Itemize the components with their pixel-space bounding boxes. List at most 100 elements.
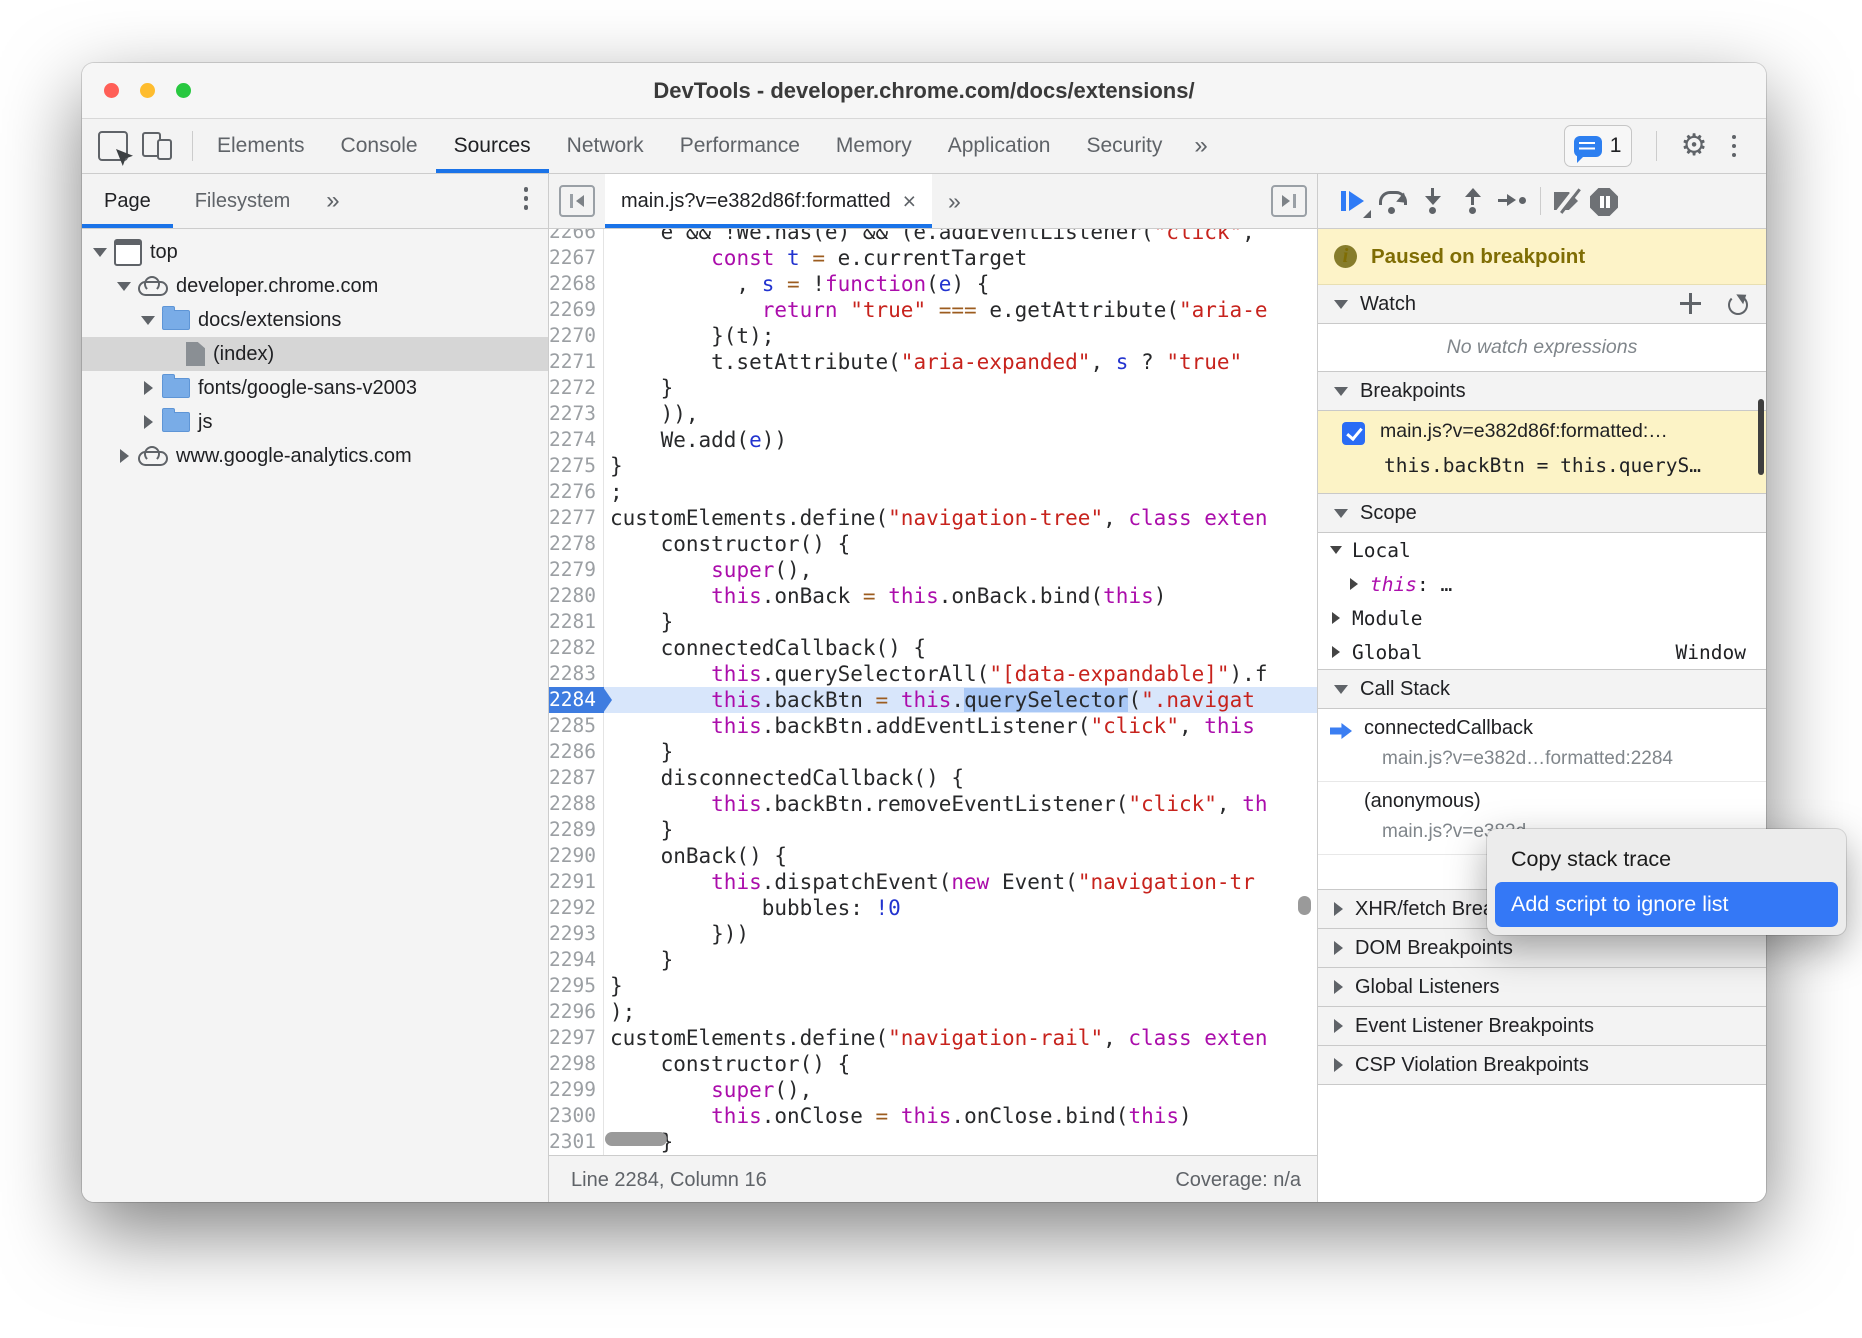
pause-on-exceptions-icon[interactable]: [1590, 188, 1618, 216]
line-number[interactable]: 2285: [549, 713, 604, 739]
settings-gear-icon[interactable]: ⚙: [1681, 131, 1708, 161]
code-line[interactable]: 2268 , s = !function(e) {: [549, 271, 1317, 297]
line-number[interactable]: 2286: [549, 739, 604, 765]
line-number[interactable]: 2279: [549, 557, 604, 583]
code-line[interactable]: 2293 })): [549, 921, 1317, 947]
line-number[interactable]: 2277: [549, 505, 604, 531]
code-line[interactable]: 2296);: [549, 999, 1317, 1025]
line-number[interactable]: 2272: [549, 375, 604, 401]
refresh-watch-icon[interactable]: [1727, 293, 1748, 314]
call-stack-section-header[interactable]: Call Stack: [1318, 670, 1766, 709]
code-line[interactable]: 2271 t.setAttribute("aria-expanded", s ?…: [549, 349, 1317, 375]
watch-section-header[interactable]: Watch: [1318, 285, 1766, 324]
scope-row-module[interactable]: Module: [1318, 601, 1766, 635]
line-number[interactable]: 2289: [549, 817, 604, 843]
code-line[interactable]: 2292 bubbles: !0: [549, 895, 1317, 921]
line-number[interactable]: 2283: [549, 661, 604, 687]
editor-horizontal-scrollbar[interactable]: [605, 1132, 667, 1146]
scope-row-this[interactable]: this: …: [1318, 567, 1766, 601]
code-line[interactable]: 2269 return "true" === e.getAttribute("a…: [549, 297, 1317, 323]
line-number[interactable]: 2269: [549, 297, 604, 323]
breakpoint-entry[interactable]: main.js?v=e382d86f:formatted:… this.back…: [1318, 411, 1766, 494]
tree-item-js[interactable]: js: [82, 405, 548, 439]
code-line[interactable]: 2290 onBack() {: [549, 843, 1317, 869]
code-line[interactable]: 2295}: [549, 973, 1317, 999]
scope-row-local[interactable]: Local: [1318, 533, 1766, 567]
inspect-element-icon[interactable]: [98, 131, 128, 161]
editor-tab-mainjs[interactable]: main.js?v=e382d86f:formatted ×: [605, 174, 932, 228]
scope-section-header[interactable]: Scope: [1318, 494, 1766, 533]
code-line[interactable]: 2280 this.onBack = this.onBack.bind(this…: [549, 583, 1317, 609]
tab-sources[interactable]: Sources: [436, 119, 549, 173]
code-line[interactable]: 2283 this.querySelectorAll("[data-expand…: [549, 661, 1317, 687]
panel-scrollbar[interactable]: [1758, 399, 1764, 475]
code-line[interactable]: 2299 super(),: [549, 1077, 1317, 1103]
editor-more-tabs-chevron[interactable]: »: [948, 188, 961, 215]
tab-page[interactable]: Page: [82, 174, 173, 228]
tree-open-arrow-icon[interactable]: [140, 316, 156, 325]
code-line[interactable]: 2278 constructor() {: [549, 531, 1317, 557]
breakpoint-checkbox[interactable]: [1342, 422, 1365, 445]
step-out-icon[interactable]: [1462, 188, 1484, 214]
line-number[interactable]: 2287: [549, 765, 604, 791]
more-options-icon[interactable]: [1726, 135, 1743, 158]
scope-closed-arrow-icon[interactable]: [1328, 646, 1344, 658]
code-line[interactable]: 2267 const t = e.currentTarget: [549, 245, 1317, 271]
tree-item-docs-extensions[interactable]: docs/extensions: [82, 303, 548, 337]
section-csp-violation-breakpoints[interactable]: CSP Violation Breakpoints: [1318, 1046, 1766, 1085]
code-line[interactable]: 2298 constructor() {: [549, 1051, 1317, 1077]
tree-closed-arrow-icon[interactable]: [140, 381, 156, 395]
line-number[interactable]: 2291: [549, 869, 604, 895]
line-number[interactable]: 2295: [549, 973, 604, 999]
scope-row-global[interactable]: GlobalWindow: [1318, 635, 1766, 669]
line-number[interactable]: 2298: [549, 1051, 604, 1077]
editor-vertical-scrollbar[interactable]: [1298, 896, 1311, 915]
code-line[interactable]: 2274 We.add(e)): [549, 427, 1317, 453]
deactivate-breakpoints-icon[interactable]: [1554, 188, 1580, 214]
show-debugger-icon[interactable]: [1271, 185, 1307, 217]
tree-item--index-[interactable]: (index): [82, 337, 548, 371]
tab-network[interactable]: Network: [549, 119, 662, 173]
code-line[interactable]: 2281 }: [549, 609, 1317, 635]
code-line[interactable]: 2291 this.dispatchEvent(new Event("navig…: [549, 869, 1317, 895]
line-number[interactable]: 2282: [549, 635, 604, 661]
line-number[interactable]: 2273: [549, 401, 604, 427]
line-number[interactable]: 2270: [549, 323, 604, 349]
code-line[interactable]: 2279 super(),: [549, 557, 1317, 583]
tree-item-fonts-google-sans-v2003[interactable]: fonts/google-sans-v2003: [82, 371, 548, 405]
resume-script-icon[interactable]: [1340, 188, 1368, 214]
code-line[interactable]: 2294 }: [549, 947, 1317, 973]
tab-performance[interactable]: Performance: [662, 119, 818, 173]
close-tab-icon[interactable]: ×: [903, 188, 916, 215]
tab-application[interactable]: Application: [930, 119, 1069, 173]
line-number[interactable]: 2296: [549, 999, 604, 1025]
code-line[interactable]: 2276;: [549, 479, 1317, 505]
line-number[interactable]: 2274: [549, 427, 604, 453]
line-number[interactable]: 2284: [549, 687, 604, 713]
code-line[interactable]: 2289 }: [549, 817, 1317, 843]
line-number[interactable]: 2275: [549, 453, 604, 479]
code-line[interactable]: 2275}: [549, 453, 1317, 479]
tab-security[interactable]: Security: [1068, 119, 1180, 173]
tab-elements[interactable]: Elements: [199, 119, 323, 173]
code-line[interactable]: 2266 e && !We.has(e) && (e.addEventListe…: [549, 229, 1317, 245]
menu-item-add-script-to-ignore-list[interactable]: Add script to ignore list: [1495, 882, 1838, 927]
menu-item-copy-stack-trace[interactable]: Copy stack trace: [1495, 837, 1838, 882]
line-number[interactable]: 2300: [549, 1103, 604, 1129]
tab-console[interactable]: Console: [323, 119, 436, 173]
tree-item-developer-chrome-com[interactable]: developer.chrome.com: [82, 269, 548, 303]
line-number[interactable]: 2268: [549, 271, 604, 297]
device-toolbar-icon[interactable]: [142, 132, 172, 160]
step-into-icon[interactable]: [1422, 188, 1444, 214]
breakpoints-section-header[interactable]: Breakpoints: [1318, 372, 1766, 411]
step-over-icon[interactable]: [1378, 188, 1408, 214]
code-line[interactable]: 2300 this.onClose = this.onClose.bind(th…: [549, 1103, 1317, 1129]
code-line[interactable]: 2286 }: [549, 739, 1317, 765]
hide-navigator-icon[interactable]: [559, 185, 595, 217]
code-line[interactable]: 2285 this.backBtn.addEventListener("clic…: [549, 713, 1317, 739]
step-icon[interactable]: [1498, 188, 1528, 214]
line-number[interactable]: 2271: [549, 349, 604, 375]
tree-closed-arrow-icon[interactable]: [116, 449, 132, 463]
tree-item-www-google-analytics-com[interactable]: www.google-analytics.com: [82, 439, 548, 473]
tree-closed-arrow-icon[interactable]: [140, 415, 156, 429]
